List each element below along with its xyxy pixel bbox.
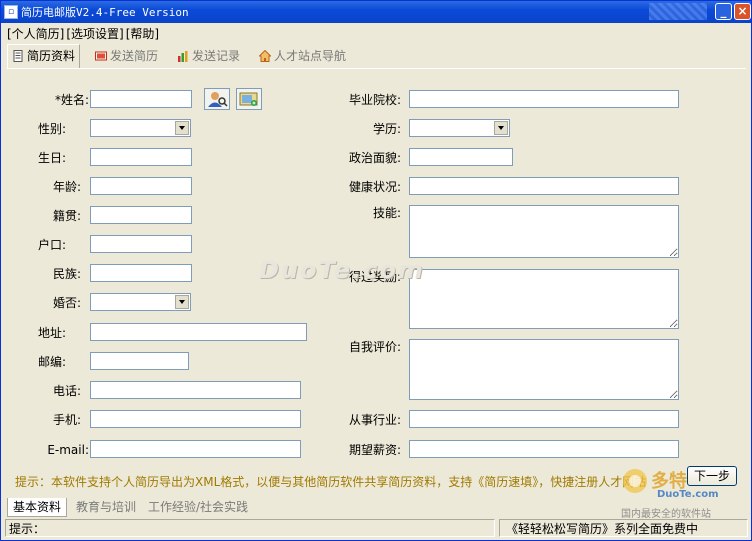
chevron-down-icon — [175, 295, 189, 309]
status-promo: 《轻轻松松写简历》系列全面免费中 — [499, 519, 748, 537]
image-folder-icon — [239, 92, 258, 106]
document-icon — [13, 50, 23, 62]
postcode-input[interactable] — [90, 352, 189, 370]
tab-label: 人才站点导航 — [274, 49, 347, 63]
gender-label: 性别: — [37, 122, 66, 136]
menu-bar: [个人简历] [选项设置] [帮助] — [7, 25, 161, 41]
political-input[interactable] — [409, 148, 513, 166]
health-label: 健康状况: — [348, 180, 401, 194]
address-input[interactable] — [90, 323, 307, 341]
marital-label: 婚否: — [52, 296, 81, 310]
skills-label: 技能: — [372, 206, 401, 220]
gender-select[interactable] — [90, 119, 191, 137]
age-input[interactable] — [90, 177, 192, 195]
main-window: ▫ 简历电邮版V2.4-Free Version _ × [个人简历] [选项设置… — [0, 0, 752, 541]
tab-basic-info[interactable]: 基本资料 — [7, 498, 68, 517]
tab-work-experience[interactable]: 工作经验/社会实践 — [143, 498, 253, 516]
postcode-label: 邮编: — [37, 355, 66, 369]
app-icon: ▫ — [4, 5, 18, 19]
marital-select[interactable] — [90, 293, 191, 311]
menu-options[interactable]: [选项设置] — [66, 27, 123, 41]
hukou-input[interactable] — [90, 235, 192, 253]
chevron-down-icon — [175, 121, 189, 135]
open-photo-button[interactable] — [236, 88, 262, 110]
name-label: *姓名: — [54, 93, 89, 107]
logo-text-slogan: 国内最安全的软件站 — [621, 509, 711, 520]
age-label: 年龄: — [52, 180, 81, 194]
send-icon — [95, 51, 107, 61]
email-label: E-mail: — [47, 443, 89, 457]
address-label: 地址: — [37, 326, 66, 340]
tab-label: 发送记录 — [192, 49, 241, 63]
hint-text: 提示：本软件支持个人简历导出为XML格式，以便与其他简历软件共享简历资料，支持《… — [15, 475, 647, 489]
industry-label: 从事行业: — [348, 413, 401, 427]
logo-text-domain: DuoTe.com — [657, 489, 719, 500]
hukou-label: 户口: — [37, 238, 66, 252]
find-person-button[interactable] — [204, 88, 230, 110]
tab-label: 发送简历 — [110, 49, 159, 63]
tab-talent-sites[interactable]: 人才站点导航 — [255, 45, 350, 67]
mobile-label: 手机: — [52, 413, 81, 427]
education-select[interactable] — [409, 119, 510, 137]
ethnicity-label: 民族: — [52, 267, 81, 281]
phone-label: 电话: — [52, 384, 81, 398]
status-hint: 提示： — [5, 519, 495, 537]
minimize-button[interactable]: _ — [715, 3, 732, 20]
email-input[interactable] — [90, 440, 301, 458]
chevron-down-icon — [494, 121, 508, 135]
duote-logo: 多特 DuoTe.com 国内最安全的软件站 — [619, 461, 749, 521]
health-input[interactable] — [409, 177, 679, 195]
tab-resume-info[interactable]: 简历资料 — [7, 44, 81, 69]
chart-icon — [178, 51, 188, 62]
titlebar-decoration — [649, 3, 707, 20]
close-button[interactable]: × — [734, 3, 751, 20]
salary-input[interactable] — [409, 440, 679, 458]
ethnicity-input[interactable] — [90, 264, 192, 282]
native-place-input[interactable] — [90, 206, 192, 224]
tab-label: 简历资料 — [27, 49, 76, 63]
window-title: 简历电邮版V2.4-Free Version — [21, 6, 189, 19]
name-input[interactable] — [90, 90, 192, 108]
status-bar: 提示： 《轻轻松松写简历》系列全面免费中 — [3, 519, 750, 539]
skills-textarea[interactable] — [409, 205, 679, 258]
self-eval-label: 自我评价: — [348, 340, 401, 354]
awards-textarea[interactable] — [409, 269, 679, 329]
watermark: DuoTe.com — [259, 256, 425, 284]
industry-input[interactable] — [409, 410, 679, 428]
native-place-label: 籍贯: — [52, 209, 81, 223]
home-icon — [259, 50, 271, 62]
school-label: 毕业院校: — [348, 93, 401, 107]
tab-send-resume[interactable]: 发送简历 — [91, 45, 162, 67]
education-label: 学历: — [372, 122, 401, 136]
school-input[interactable] — [409, 90, 679, 108]
self-eval-textarea[interactable] — [409, 339, 679, 400]
tab-education-training[interactable]: 教育与培训 — [71, 498, 141, 516]
tab-send-log[interactable]: 发送记录 — [173, 45, 244, 67]
birthday-label: 生日: — [37, 151, 66, 165]
salary-label: 期望薪资: — [348, 443, 401, 457]
title-bar[interactable]: ▫ 简历电邮版V2.4-Free Version _ × — [1, 1, 751, 23]
political-label: 政治面貌: — [348, 151, 401, 165]
mobile-input[interactable] — [90, 410, 301, 428]
birthday-input[interactable] — [90, 148, 192, 166]
menu-personal-resume[interactable]: [个人简历] — [7, 27, 64, 41]
person-search-icon — [208, 92, 228, 107]
menu-help[interactable]: [帮助] — [126, 27, 159, 41]
phone-input[interactable] — [90, 381, 301, 399]
